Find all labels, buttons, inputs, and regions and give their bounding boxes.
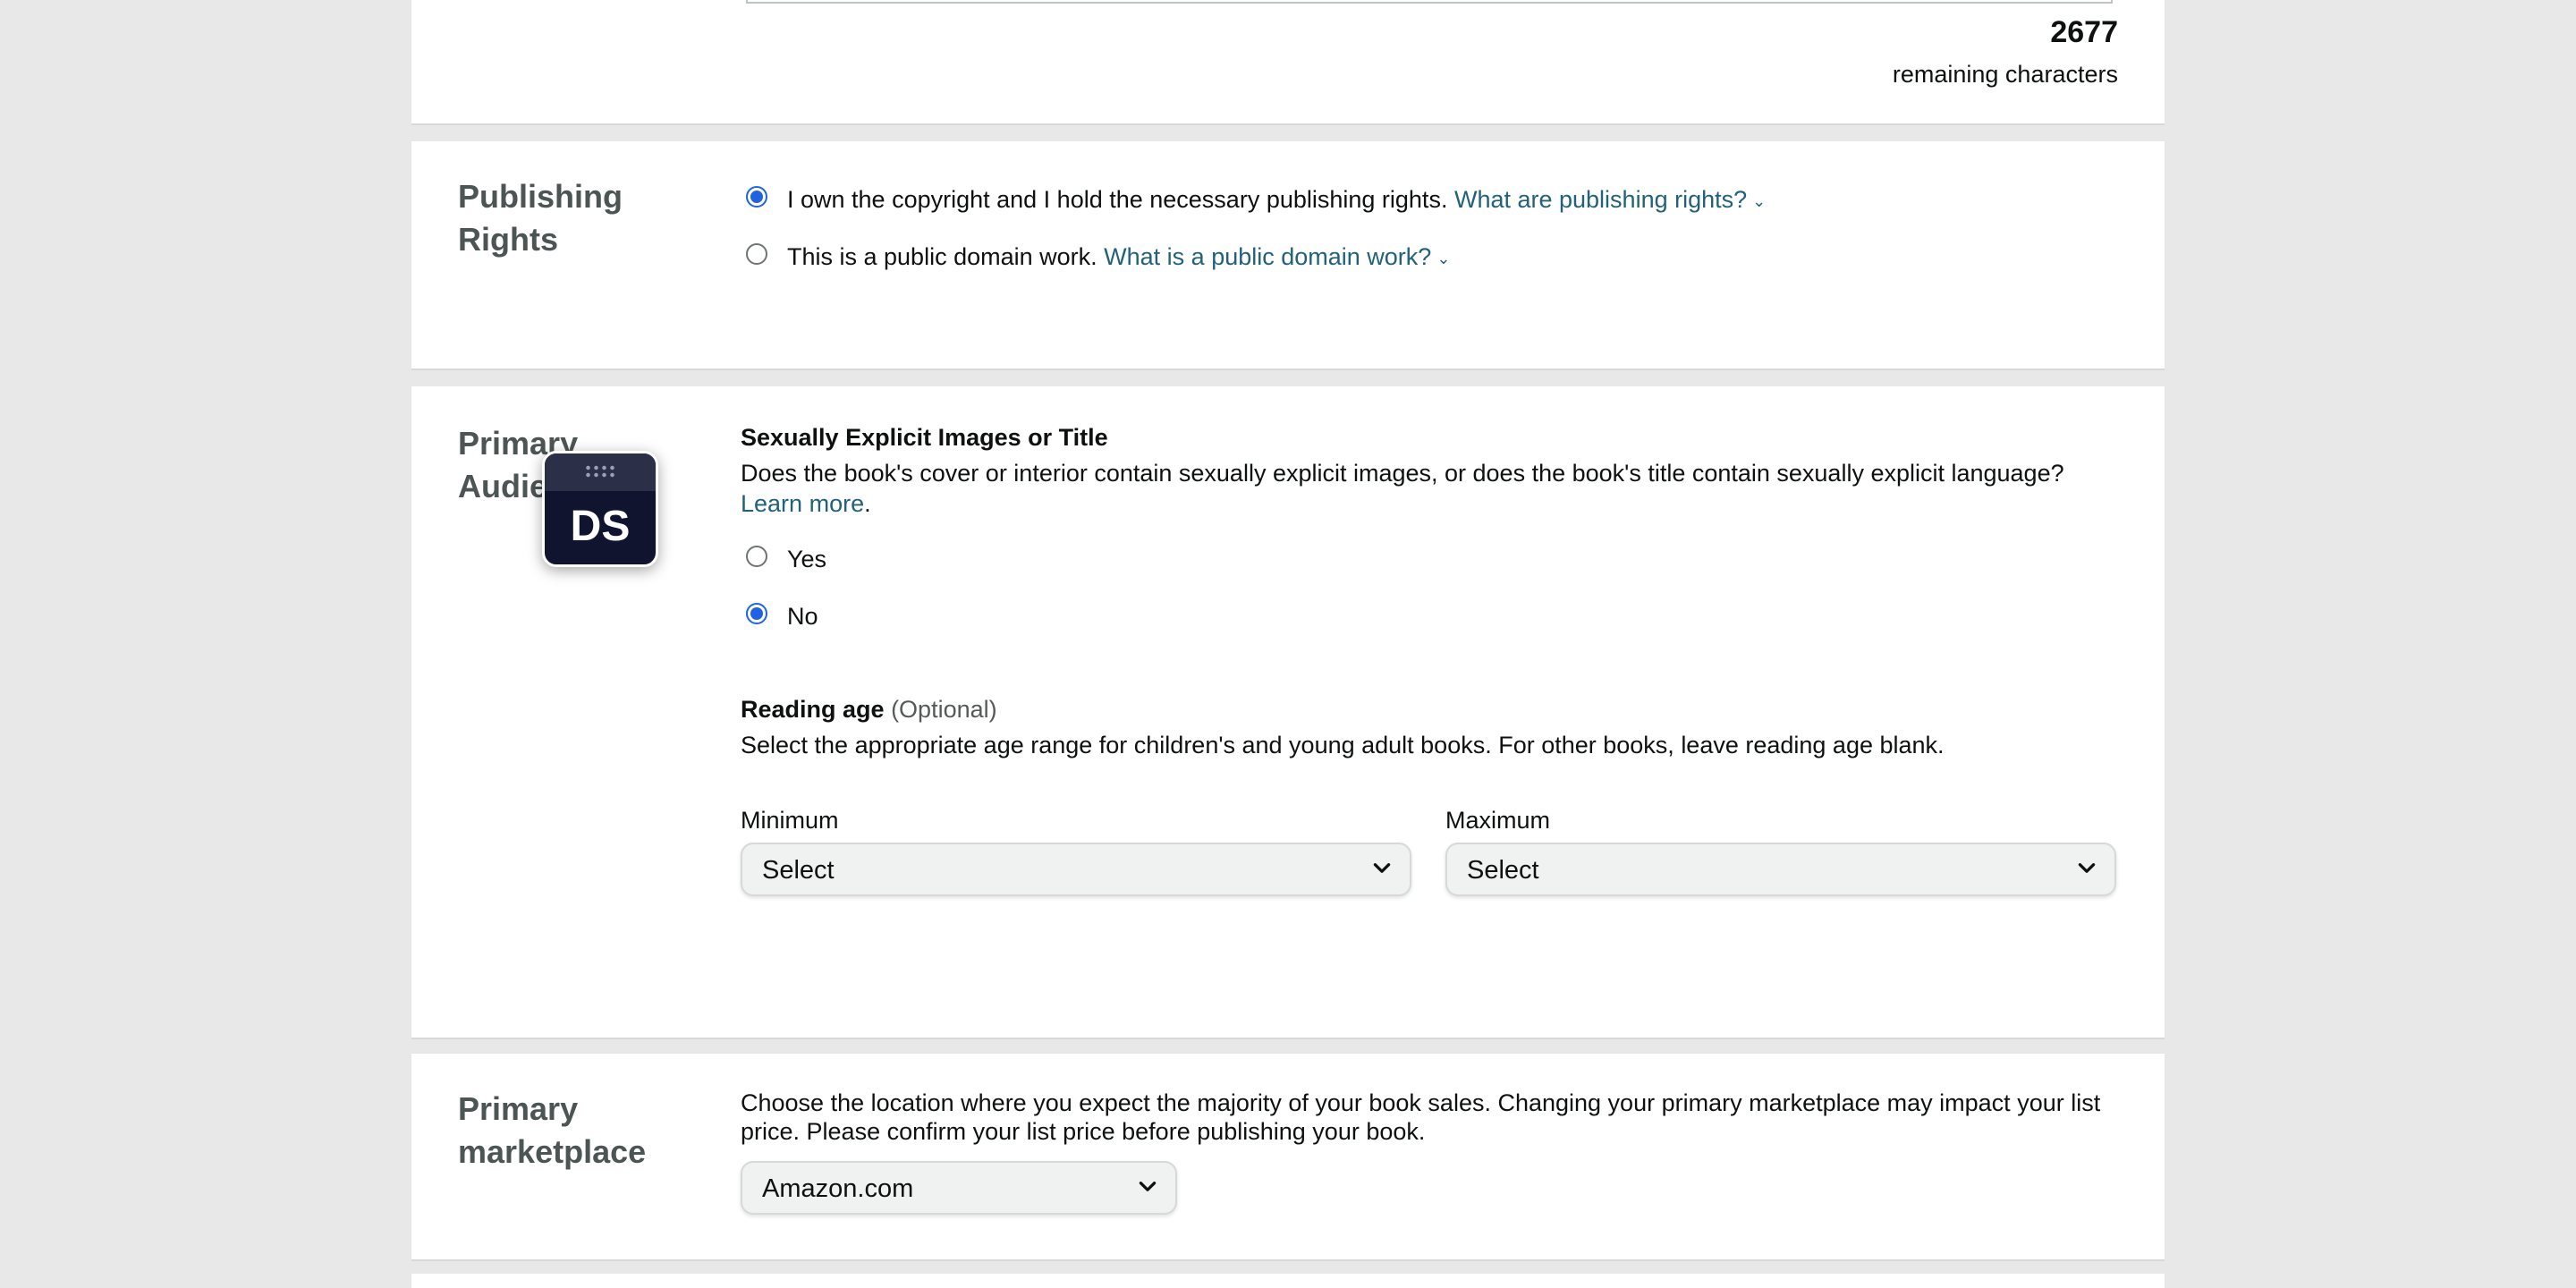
remaining-characters-count: 2677: [2050, 15, 2118, 49]
chevron-down-icon: [1373, 863, 1391, 873]
explicit-question: Does the book's cover or interior contai…: [741, 460, 2064, 517]
publishing-rights-panel: Publishing Rights I own the copyright an…: [411, 141, 2165, 370]
marketplace-help-line2: price. Please confirm your list price be…: [741, 1118, 1426, 1145]
reading-age-heading: Reading age (Optional): [741, 696, 997, 723]
explicit-no-label: No: [787, 603, 818, 630]
minimum-age-select[interactable]: Select: [741, 843, 1411, 896]
primary-marketplace-panel: Primary marketplace Choose the location …: [411, 1054, 2165, 1261]
description-panel: 2677 remaining characters: [411, 0, 2165, 125]
next-panel: [411, 1274, 2165, 1288]
maximum-label: Maximum: [1445, 807, 1551, 834]
own-copyright-option: I own the copyright and I hold the neces…: [787, 184, 1766, 216]
marketplace-select[interactable]: Amazon.com: [741, 1161, 1177, 1215]
learn-more-link[interactable]: Learn more: [741, 490, 864, 517]
chevron-down-icon: [2078, 863, 2096, 873]
marketplace-value: Amazon.com: [762, 1174, 914, 1203]
own-copyright-label: I own the copyright and I hold the neces…: [787, 186, 1448, 213]
explicit-heading: Sexually Explicit Images or Title: [741, 424, 1108, 451]
primary-audience-panel: Primary Audience Sexually Explicit Image…: [411, 386, 2165, 1039]
maximum-age-value: Select: [1467, 856, 1539, 885]
radio-explicit-no[interactable]: [746, 603, 767, 624]
chevron-down-icon: ⌄: [1752, 191, 1767, 210]
description-textarea-edge[interactable]: [746, 0, 2113, 4]
minimum-age-value: Select: [762, 856, 835, 885]
maximum-age-select[interactable]: Select: [1445, 843, 2116, 896]
radio-explicit-yes[interactable]: [746, 546, 767, 567]
chevron-down-icon: ⌄: [1436, 249, 1451, 267]
ds-overlay-badge[interactable]: DS: [542, 451, 658, 567]
public-domain-option: This is a public domain work. What is a …: [787, 242, 1450, 274]
optional-tag: (Optional): [891, 696, 997, 723]
radio-public-domain[interactable]: [746, 243, 767, 265]
section-title-primary-marketplace: Primary marketplace: [458, 1090, 647, 1170]
publishing-rights-help-link[interactable]: What are publishing rights? ⌄: [1454, 186, 1766, 213]
badge-label: DS: [570, 503, 631, 550]
section-title-publishing-rights: Publishing Rights: [458, 178, 623, 258]
drag-handle-icon[interactable]: [584, 464, 616, 479]
minimum-label: Minimum: [741, 807, 839, 834]
remaining-characters-label: remaining characters: [1892, 61, 2118, 88]
radio-own-copyright[interactable]: [746, 186, 767, 208]
reading-age-help: Select the appropriate age range for chi…: [741, 732, 1945, 758]
public-domain-help-link[interactable]: What is a public domain work? ⌄: [1104, 243, 1450, 270]
explicit-yes-label: Yes: [787, 546, 827, 572]
marketplace-help-line1: Choose the location where you expect the…: [741, 1089, 2101, 1116]
chevron-down-icon: [1139, 1182, 1157, 1191]
public-domain-label: This is a public domain work.: [787, 243, 1097, 270]
